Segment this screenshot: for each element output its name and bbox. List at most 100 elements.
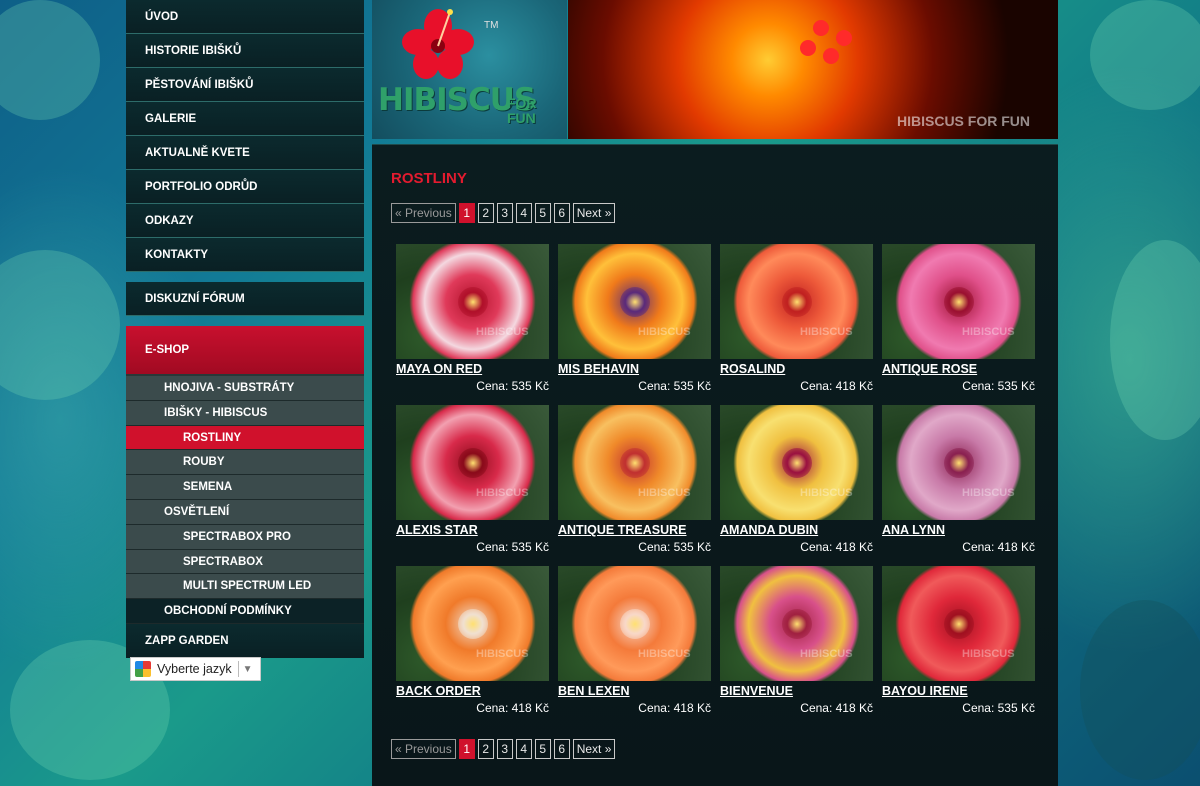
product-photo[interactable]: HIBISCUS <box>396 405 549 520</box>
product-price: Cena: 535 Kč <box>638 540 711 554</box>
pagination-page-5[interactable]: 5 <box>534 739 551 759</box>
nav-item[interactable]: GALERIE <box>126 102 364 136</box>
language-selector-divider <box>237 661 239 677</box>
nav-item[interactable]: ÚVOD <box>126 0 364 34</box>
product-card[interactable]: HIBISCUS BAYOU IRENE Cena: 535 Kč <box>882 566 1035 715</box>
product-card[interactable]: HIBISCUS BIENVENUE Cena: 418 Kč <box>720 566 873 715</box>
trademark-mark: TM <box>484 20 499 31</box>
nav-item[interactable]: PORTFOLIO ODRŮD <box>126 170 364 204</box>
product-name-link[interactable]: MAYA ON RED <box>396 362 549 376</box>
pagination-previous-button[interactable]: « Previous <box>391 739 456 759</box>
product-card[interactable]: HIBISCUS ANTIQUE ROSE Cena: 535 Kč <box>882 244 1035 393</box>
background-flower-right <box>1110 240 1200 440</box>
product-photo[interactable]: HIBISCUS <box>882 244 1035 359</box>
product-price: Cena: 535 Kč <box>476 540 549 554</box>
product-name-link[interactable]: ANTIQUE TREASURE <box>558 523 711 537</box>
menu-spacer <box>126 316 364 326</box>
product-name-link[interactable]: AMANDA DUBIN <box>720 523 873 537</box>
pagination-page-3[interactable]: 3 <box>496 203 513 223</box>
product-photo[interactable]: HIBISCUS <box>396 566 549 681</box>
nav-item-eshop[interactable]: E-SHOP <box>126 326 364 374</box>
pagination-page-3[interactable]: 3 <box>496 739 513 759</box>
sidebar-nav: ÚVOD HISTORIE IBIŠKŮ PĚSTOVÁNÍ IBIŠKŮ GALER… <box>126 0 364 658</box>
nav-item[interactable]: KONTAKTY <box>126 238 364 272</box>
product-name-link[interactable]: BEN LEXEN <box>558 684 711 698</box>
flower-eye <box>943 608 974 639</box>
nav-item[interactable]: AKTUALNĚ KVETE <box>126 136 364 170</box>
product-name-link[interactable]: ROSALIND <box>720 362 873 376</box>
product-card[interactable]: HIBISCUS ROSALIND Cena: 418 Kč <box>720 244 873 393</box>
site-logo[interactable]: TM HIBISCUS FOR FUN <box>372 0 567 139</box>
product-card[interactable]: HIBISCUS ANA LYNN Cena: 418 Kč <box>882 405 1035 554</box>
photo-watermark: HIBISCUS <box>800 326 853 338</box>
product-card[interactable]: HIBISCUS BACK ORDER Cena: 418 Kč <box>396 566 549 715</box>
nav-item[interactable]: PĚSTOVÁNÍ IBIŠKŮ <box>126 68 364 102</box>
pagination-top: « Previous 1 2 3 4 5 6 Next » <box>391 203 616 223</box>
subnav-item[interactable]: ROUBY <box>126 450 364 476</box>
subnav-item[interactable]: SPECTRABOX PRO <box>126 524 364 550</box>
nav-item-forum[interactable]: DISKUZNÍ FÓRUM <box>126 282 364 316</box>
pagination-previous-button[interactable]: « Previous <box>391 203 456 223</box>
product-price: Cena: 418 Kč <box>800 540 873 554</box>
pagination-page-6[interactable]: 6 <box>553 203 570 223</box>
language-selector[interactable]: Vyberte jazyk ▼ <box>130 657 261 681</box>
pagination-next-button[interactable]: Next » <box>572 739 616 759</box>
subnav-item[interactable]: SEMENA <box>126 475 364 500</box>
pagination-next-button[interactable]: Next » <box>572 203 616 223</box>
subnav-item[interactable]: SPECTRABOX <box>126 549 364 575</box>
product-card[interactable]: HIBISCUS BEN LEXEN Cena: 418 Kč <box>558 566 711 715</box>
product-photo[interactable]: HIBISCUS <box>882 405 1035 520</box>
product-name-link[interactable]: BIENVENUE <box>720 684 873 698</box>
subnav-item[interactable]: MULTI SPECTRUM LED <box>126 574 364 600</box>
product-price: Cena: 418 Kč <box>800 379 873 393</box>
product-name-link[interactable]: ANA LYNN <box>882 523 1035 537</box>
nav-item-zapp-garden[interactable]: ZAPP GARDEN <box>126 623 364 658</box>
nav-item[interactable]: ODKAZY <box>126 204 364 238</box>
pagination-page-2[interactable]: 2 <box>477 739 494 759</box>
flower-eye <box>943 286 974 317</box>
product-card[interactable]: HIBISCUS MAYA ON RED Cena: 535 Kč <box>396 244 549 393</box>
product-card[interactable]: HIBISCUS MIS BEHAVIN Cena: 535 Kč <box>558 244 711 393</box>
banner-stamen <box>800 40 816 56</box>
subnav-item-active[interactable]: ROSTLINY <box>126 425 364 451</box>
pagination-page-6[interactable]: 6 <box>553 739 570 759</box>
subnav-item[interactable]: IBIŠKY - HIBISCUS <box>126 400 364 426</box>
product-photo[interactable]: HIBISCUS <box>558 566 711 681</box>
photo-watermark: HIBISCUS <box>476 487 529 499</box>
photo-watermark: HIBISCUS <box>962 648 1015 660</box>
subnav-item[interactable]: OSVĚTLENÍ <box>126 499 364 525</box>
product-card[interactable]: HIBISCUS ANTIQUE TREASURE Cena: 535 Kč <box>558 405 711 554</box>
product-name-link[interactable]: MIS BEHAVIN <box>558 362 711 376</box>
product-price: Cena: 535 Kč <box>638 379 711 393</box>
hibiscus-logo-icon <box>402 9 474 79</box>
pagination-page-5[interactable]: 5 <box>534 203 551 223</box>
pagination-page-2[interactable]: 2 <box>477 203 494 223</box>
product-photo[interactable]: HIBISCUS <box>720 566 873 681</box>
background-flower-top-left <box>0 0 100 120</box>
product-price: Cena: 418 Kč <box>800 701 873 715</box>
flower-eye <box>457 447 488 478</box>
header-banner-image: HIBISCUS FOR FUN <box>568 0 1058 139</box>
product-photo[interactable]: HIBISCUS <box>720 405 873 520</box>
product-photo[interactable]: HIBISCUS <box>558 244 711 359</box>
product-name-link[interactable]: BACK ORDER <box>396 684 549 698</box>
product-photo[interactable]: HIBISCUS <box>558 405 711 520</box>
subnav-item[interactable]: OBCHODNÍ PODMÍNKY <box>126 599 364 624</box>
product-photo[interactable]: HIBISCUS <box>882 566 1035 681</box>
page-title: ROSTLINY <box>391 170 467 187</box>
product-price: Cena: 418 Kč <box>962 540 1035 554</box>
product-card[interactable]: HIBISCUS AMANDA DUBIN Cena: 418 Kč <box>720 405 873 554</box>
subnav-item[interactable]: HNOJIVA - SUBSTRÁTY <box>126 376 364 401</box>
banner-watermark: HIBISCUS FOR FUN <box>897 113 1030 129</box>
pagination-page-4[interactable]: 4 <box>515 203 532 223</box>
product-name-link[interactable]: ANTIQUE ROSE <box>882 362 1035 376</box>
product-name-link[interactable]: BAYOU IRENE <box>882 684 1035 698</box>
product-name-link[interactable]: ALEXIS STAR <box>396 523 549 537</box>
product-photo[interactable]: HIBISCUS <box>720 244 873 359</box>
pagination-page-1[interactable]: 1 <box>458 203 475 223</box>
pagination-page-1[interactable]: 1 <box>458 739 475 759</box>
product-card[interactable]: HIBISCUS ALEXIS STAR Cena: 535 Kč <box>396 405 549 554</box>
nav-item[interactable]: HISTORIE IBIŠKŮ <box>126 34 364 68</box>
product-photo[interactable]: HIBISCUS <box>396 244 549 359</box>
pagination-page-4[interactable]: 4 <box>515 739 532 759</box>
